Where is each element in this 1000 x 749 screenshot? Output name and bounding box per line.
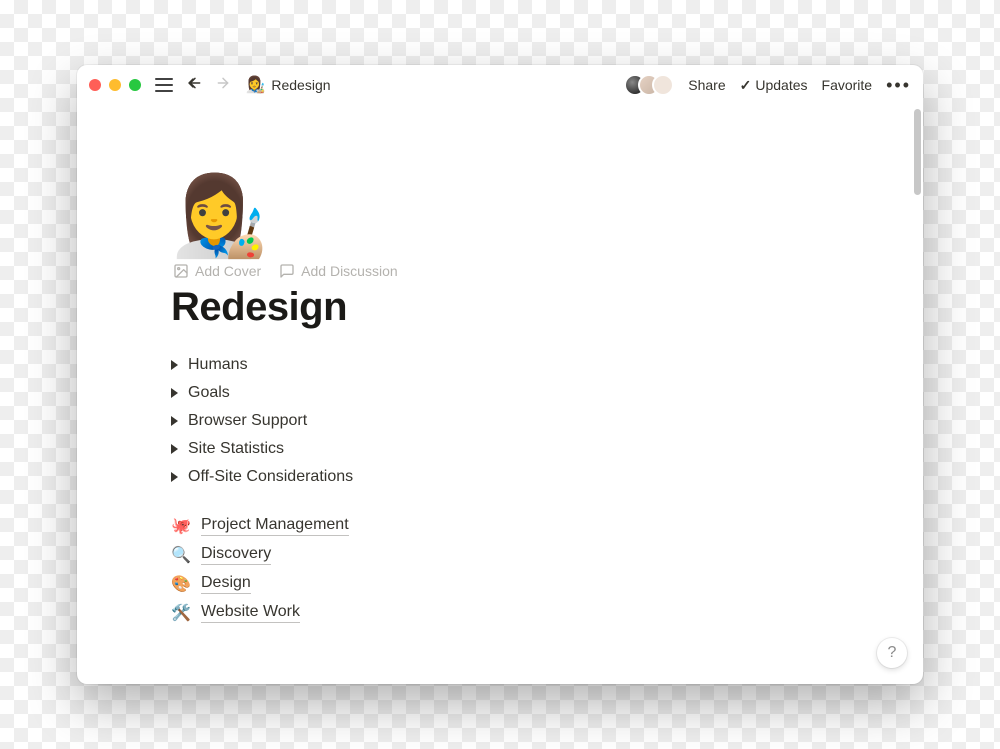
link-label: Website Work bbox=[201, 603, 300, 623]
link-emoji-icon: 🎨 bbox=[171, 574, 191, 594]
toggle-item[interactable]: Humans bbox=[171, 356, 797, 374]
add-cover-button[interactable]: Add Cover bbox=[173, 263, 261, 279]
link-emoji-icon: 🐙 bbox=[171, 516, 191, 536]
toggle-label: Goals bbox=[188, 384, 230, 402]
toggle-label: Browser Support bbox=[188, 412, 307, 430]
toggle-item[interactable]: Goals bbox=[171, 384, 797, 402]
add-cover-label: Add Cover bbox=[195, 263, 261, 279]
page-link[interactable]: 🛠️ Website Work bbox=[171, 603, 797, 623]
link-label: Design bbox=[201, 574, 251, 594]
page-title[interactable]: Redesign bbox=[171, 285, 797, 330]
page: 👩‍🎨 Add Cover Add Discussion Redesign Hu… bbox=[77, 105, 797, 663]
caret-right-icon bbox=[171, 444, 178, 454]
forward-button[interactable] bbox=[213, 73, 233, 97]
breadcrumb-title: Redesign bbox=[271, 77, 330, 93]
back-button[interactable] bbox=[181, 73, 205, 97]
page-links: 🐙 Project Management 🔍 Discovery 🎨 Desig… bbox=[171, 516, 797, 623]
minimize-window-button[interactable] bbox=[109, 79, 121, 91]
page-link[interactable]: 🐙 Project Management bbox=[171, 516, 797, 536]
page-link[interactable]: 🎨 Design bbox=[171, 574, 797, 594]
add-discussion-button[interactable]: Add Discussion bbox=[279, 263, 398, 279]
breadcrumb-icon: 👩‍🎨 bbox=[245, 75, 265, 95]
image-icon bbox=[173, 263, 189, 279]
caret-right-icon bbox=[171, 416, 178, 426]
sidebar-toggle-icon[interactable] bbox=[155, 78, 173, 92]
caret-right-icon bbox=[171, 388, 178, 398]
close-window-button[interactable] bbox=[89, 79, 101, 91]
app-window: 👩‍🎨 Redesign Share ✓ Updates Favorite ••… bbox=[77, 65, 923, 684]
breadcrumb[interactable]: 👩‍🎨 Redesign bbox=[241, 73, 334, 97]
checkmark-icon: ✓ bbox=[740, 77, 752, 94]
chat-icon bbox=[279, 263, 295, 279]
help-button[interactable]: ? bbox=[877, 638, 907, 668]
toggle-label: Off-Site Considerations bbox=[188, 468, 353, 486]
link-label: Discovery bbox=[201, 545, 271, 565]
toggle-list: Humans Goals Browser Support Site Statis… bbox=[171, 356, 797, 486]
toggle-label: Humans bbox=[188, 356, 248, 374]
toggle-item[interactable]: Off-Site Considerations bbox=[171, 468, 797, 486]
content-area: 👩‍🎨 Add Cover Add Discussion Redesign Hu… bbox=[77, 105, 923, 684]
page-link[interactable]: 🔍 Discovery bbox=[171, 545, 797, 565]
caret-right-icon bbox=[171, 360, 178, 370]
top-actions: Share ✓ Updates Favorite ••• bbox=[688, 76, 911, 94]
link-emoji-icon: 🔍 bbox=[171, 545, 191, 565]
updates-label: Updates bbox=[755, 77, 807, 93]
caret-right-icon bbox=[171, 472, 178, 482]
favorite-button[interactable]: Favorite bbox=[822, 77, 873, 93]
more-menu-button[interactable]: ••• bbox=[886, 76, 911, 94]
share-button[interactable]: Share bbox=[688, 77, 725, 93]
link-label: Project Management bbox=[201, 516, 349, 536]
toggle-item[interactable]: Site Statistics bbox=[171, 440, 797, 458]
toggle-item[interactable]: Browser Support bbox=[171, 412, 797, 430]
top-bar: 👩‍🎨 Redesign Share ✓ Updates Favorite ••… bbox=[77, 65, 923, 105]
page-icon[interactable]: 👩‍🎨 bbox=[171, 177, 268, 255]
updates-button[interactable]: ✓ Updates bbox=[740, 77, 808, 94]
scrollbar[interactable] bbox=[914, 109, 921, 195]
link-emoji-icon: 🛠️ bbox=[171, 603, 191, 623]
add-discussion-label: Add Discussion bbox=[301, 263, 398, 279]
toggle-label: Site Statistics bbox=[188, 440, 284, 458]
window-controls bbox=[89, 79, 141, 91]
avatar[interactable] bbox=[652, 74, 674, 96]
page-controls: Add Cover Add Discussion bbox=[173, 263, 797, 279]
collaborator-avatars[interactable] bbox=[624, 74, 674, 96]
zoom-window-button[interactable] bbox=[129, 79, 141, 91]
